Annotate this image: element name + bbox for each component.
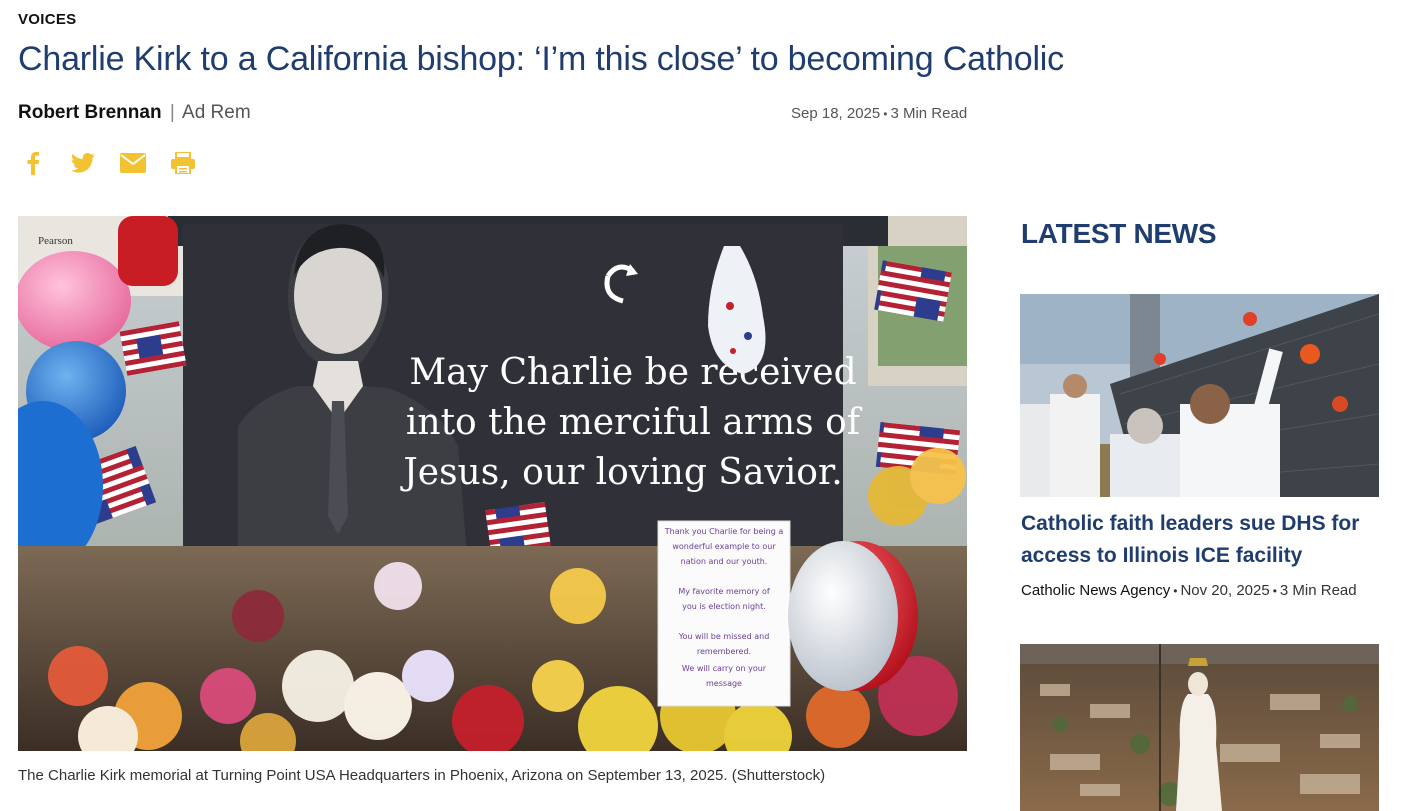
news-item-title[interactable]: Catholic faith leaders sue DHS for acces… bbox=[1021, 508, 1381, 572]
twitter-icon[interactable] bbox=[70, 150, 96, 176]
article-headline: Charlie Kirk to a California bishop: ‘I’… bbox=[18, 40, 1064, 78]
note-line-5: you is election night. bbox=[682, 602, 766, 611]
meta-dot: • bbox=[883, 107, 888, 121]
print-icon[interactable] bbox=[170, 150, 196, 176]
note-line-4: My favorite memory of bbox=[678, 587, 770, 596]
article-read-time: 3 Min Read bbox=[890, 105, 968, 122]
meta-dot: • bbox=[1272, 584, 1277, 598]
byline: Robert Brennan | Ad Rem bbox=[18, 102, 251, 124]
note-line-6: You will be missed and bbox=[678, 632, 770, 641]
section-label[interactable]: VOICES bbox=[18, 11, 76, 28]
note-line-2: wonderful example to our bbox=[672, 542, 776, 551]
article-hero-image: May Charlie be received into the mercifu… bbox=[18, 216, 967, 751]
article-meta: Sep 18, 2025 • 3 Min Read bbox=[791, 105, 967, 122]
share-bar bbox=[20, 150, 196, 176]
email-icon[interactable] bbox=[120, 150, 146, 176]
latest-news-heading: LATEST NEWS bbox=[1021, 218, 1217, 249]
article-date: Sep 18, 2025 bbox=[791, 105, 881, 122]
news-item-read-time: 3 Min Read bbox=[1279, 582, 1357, 599]
byline-separator: | bbox=[169, 102, 175, 123]
author-name[interactable]: Robert Brennan bbox=[18, 102, 162, 123]
note-line-9: message bbox=[706, 679, 742, 688]
sign-corner-label: Pearson bbox=[38, 235, 73, 247]
note-line-1: Thank you Charlie for being a bbox=[664, 527, 784, 536]
image-caption: The Charlie Kirk memorial at Turning Poi… bbox=[18, 767, 826, 784]
news-item-image-2[interactable] bbox=[1020, 644, 1379, 811]
news-item-meta: Catholic News Agency • Nov 20, 2025 • 3 Min … bbox=[1021, 582, 1357, 599]
meta-dot: • bbox=[1173, 584, 1178, 598]
note-line-3: nation and our youth. bbox=[681, 557, 768, 566]
note-line-8: We will carry on your bbox=[682, 664, 767, 673]
column-name[interactable]: Ad Rem bbox=[182, 102, 251, 123]
news-item-date: Nov 20, 2025 bbox=[1180, 582, 1270, 599]
note-line-7: remembered. bbox=[697, 647, 751, 656]
sign-line-3: Jesus, our loving Savior. bbox=[399, 452, 842, 493]
news-item-image[interactable] bbox=[1020, 294, 1379, 497]
facebook-icon[interactable] bbox=[20, 150, 46, 176]
news-item-source[interactable]: Catholic News Agency bbox=[1021, 582, 1170, 599]
sign-line-1: May Charlie be received bbox=[409, 352, 856, 393]
sign-line-2: into the merciful arms of bbox=[406, 402, 863, 443]
